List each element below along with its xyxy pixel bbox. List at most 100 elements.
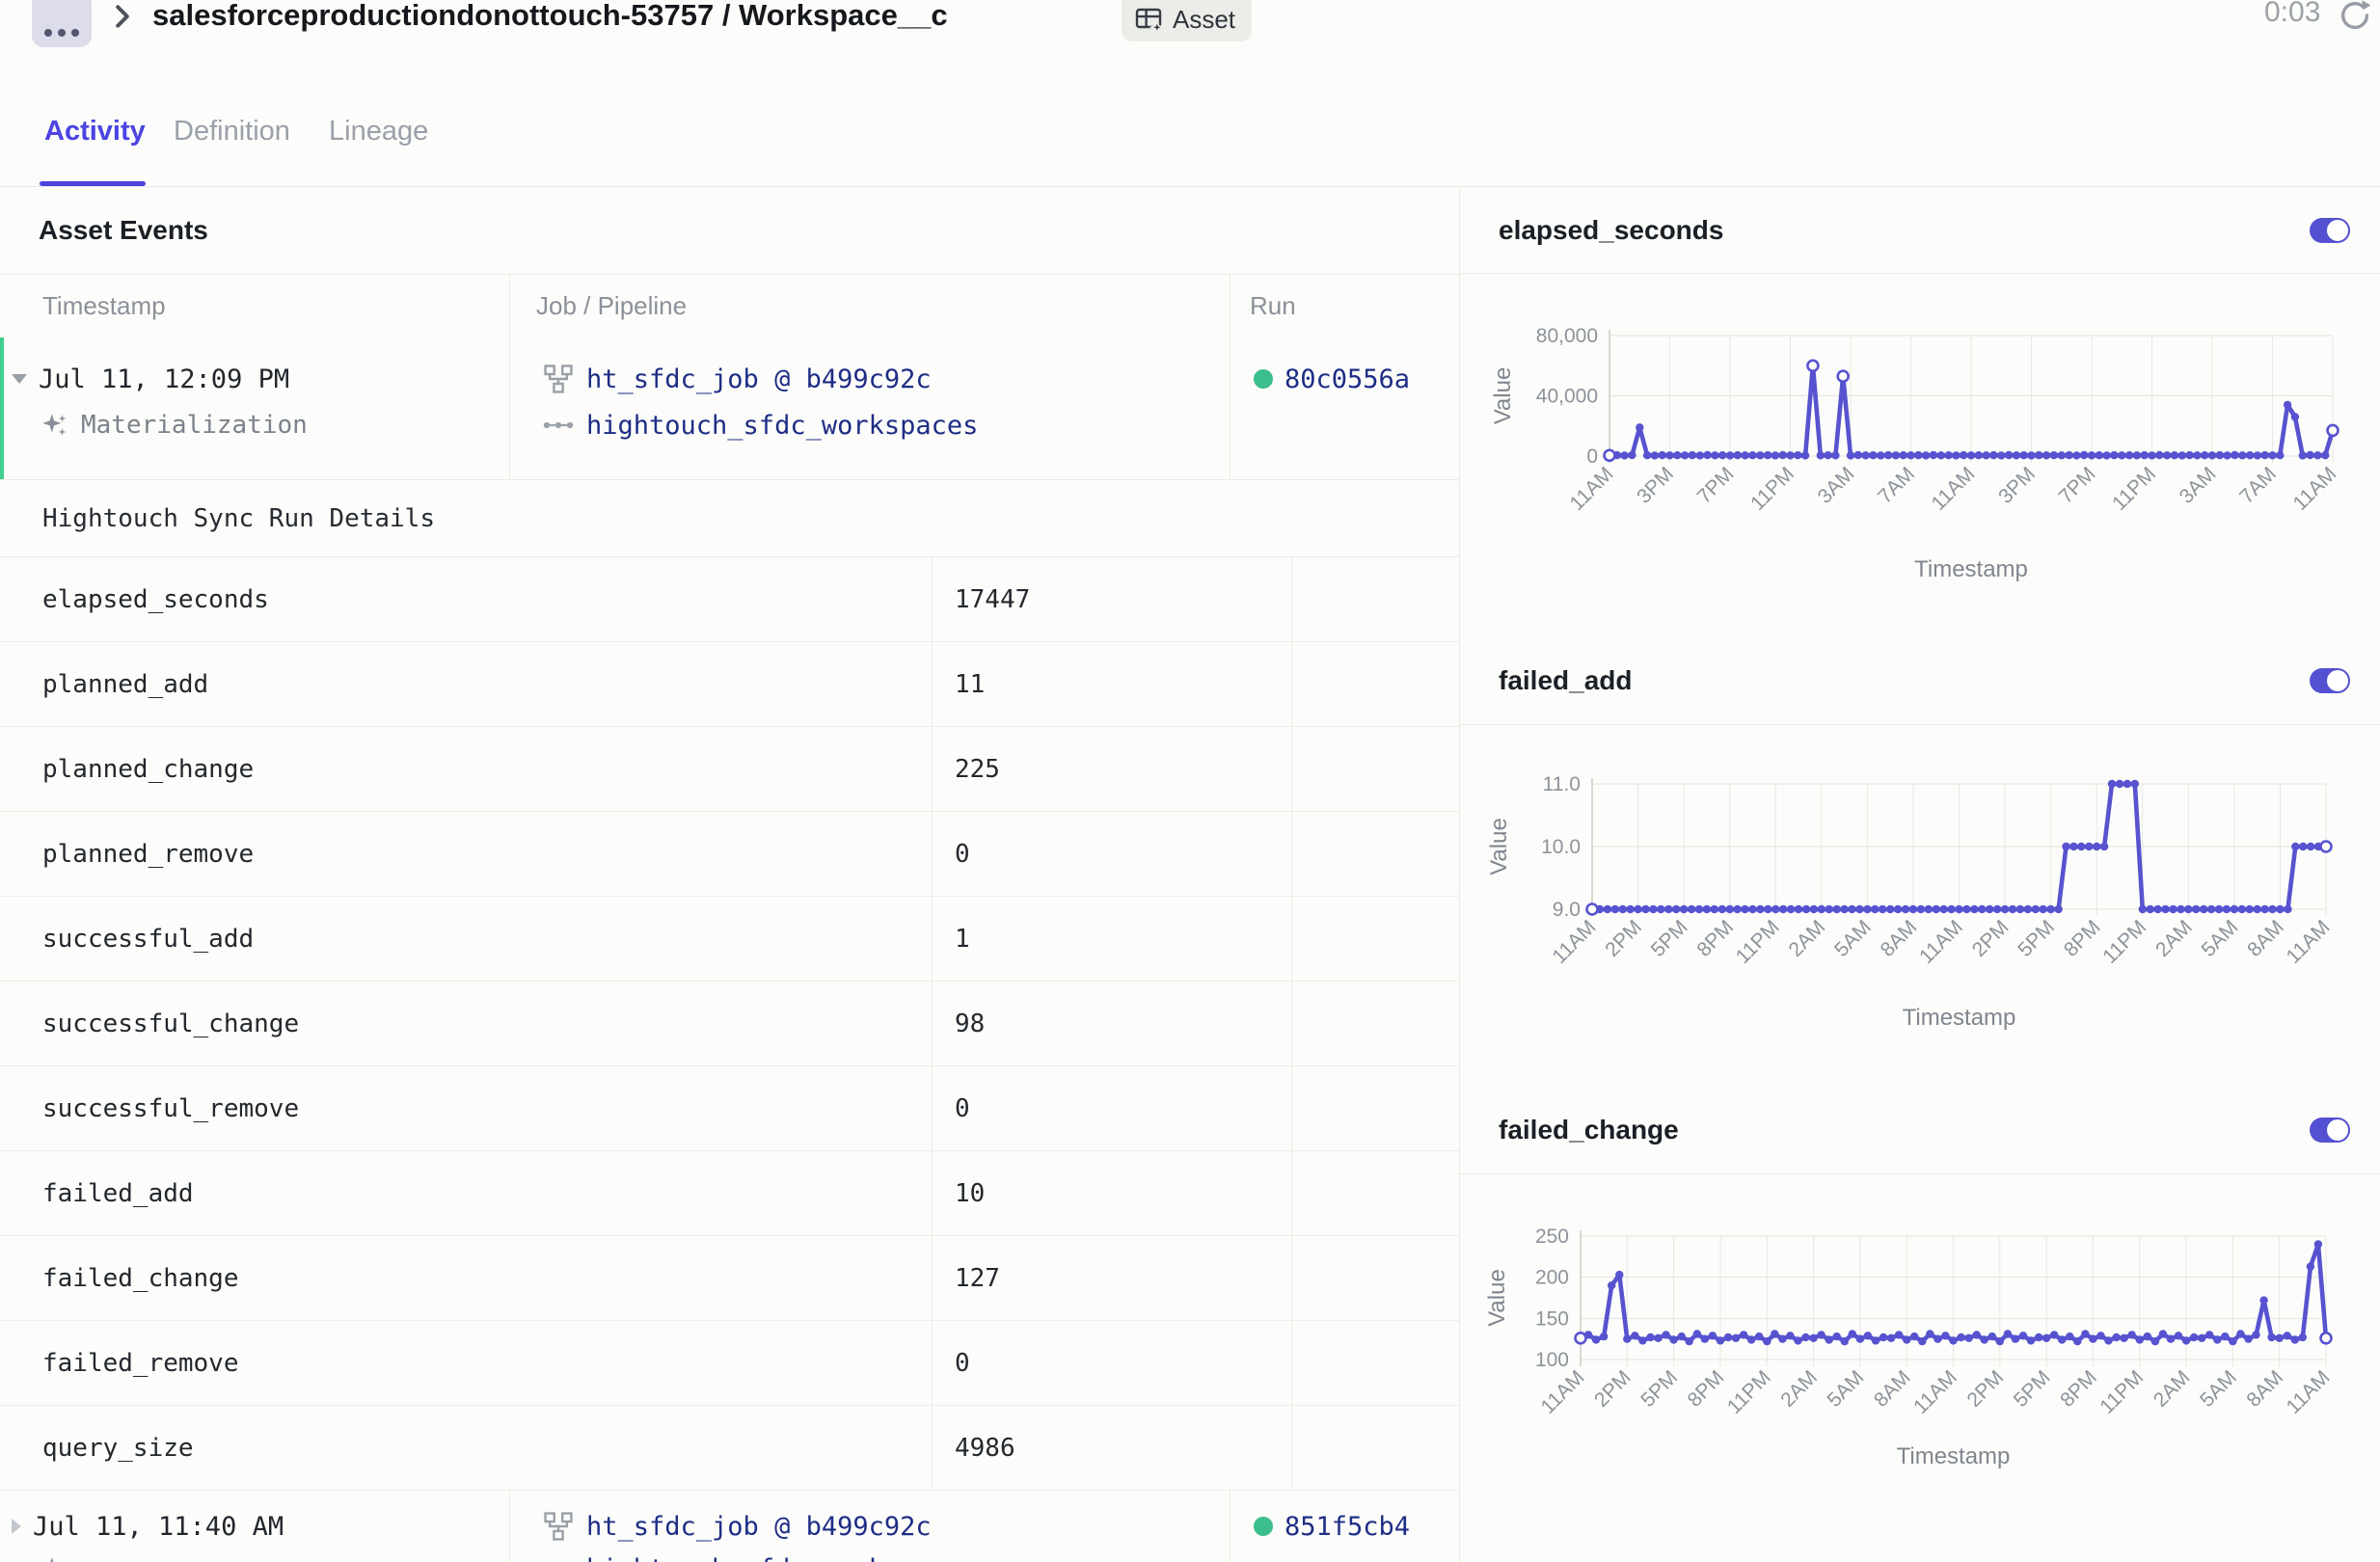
job-link[interactable]: ht_sfdc_job @ b499c92c	[586, 1512, 932, 1542]
svg-text:11AM: 11AM	[1549, 916, 1601, 968]
svg-text:11AM: 11AM	[1928, 463, 1980, 515]
svg-text:11AM: 11AM	[2289, 463, 2341, 515]
svg-text:3AM: 3AM	[1814, 463, 1859, 508]
svg-text:11PM: 11PM	[1746, 463, 1799, 515]
failed-change-chart: 10015020025011AM2PM5PM8PM11PM2AM5AM8AM11…	[1460, 1186, 2380, 1562]
detail-value: 10	[955, 1151, 985, 1235]
detail-value: 98	[955, 982, 985, 1065]
detail-key: planned_add	[42, 642, 208, 726]
detail-value: 127	[955, 1236, 1000, 1320]
detail-value: 0	[955, 1066, 970, 1150]
svg-text:Value: Value	[1490, 367, 1516, 425]
page-title: salesforceproductiondonottouch-53757 / W…	[152, 0, 948, 33]
svg-text:3PM: 3PM	[1994, 463, 2040, 508]
svg-text:3PM: 3PM	[1633, 463, 1678, 508]
svg-text:Timestamp: Timestamp	[1914, 556, 2028, 582]
svg-text:10.0: 10.0	[1541, 836, 1581, 858]
event-timestamp: Jul 11, 12:09 PM	[39, 364, 289, 394]
svg-text:11PM: 11PM	[2096, 1366, 2148, 1418]
run-id-link[interactable]: 80c0556a	[1285, 364, 1410, 394]
svg-text:5AM: 5AM	[2196, 1366, 2241, 1412]
materialization-sparkles-icon	[41, 411, 69, 440]
detail-value: 11	[955, 642, 985, 726]
detail-key: failed_add	[42, 1151, 194, 1235]
detail-key: failed_change	[42, 1236, 239, 1320]
svg-text:100: 100	[1535, 1349, 1569, 1371]
svg-text:8PM: 8PM	[1692, 916, 1738, 961]
detail-row: planned_change 225	[0, 727, 1459, 812]
run-details-title: Hightouch Sync Run Details	[0, 479, 1459, 557]
pipeline-link[interactable]: hightouch_sfdc_workspaces	[586, 411, 978, 441]
detail-key: failed_remove	[42, 1321, 239, 1405]
svg-text:5AM: 5AM	[1830, 916, 1876, 961]
detail-key: elapsed_seconds	[42, 557, 269, 641]
detail-value: 17447	[955, 557, 1030, 641]
run-status-dot	[1254, 1517, 1273, 1536]
breadcrumb-menu-button[interactable]	[32, 0, 92, 47]
col-job-pipeline: Job / Pipeline	[536, 275, 687, 337]
svg-text:5PM: 5PM	[2010, 1366, 2055, 1412]
failed-add-chart: 9.010.011.011AM2PM5PM8PM11PM2AM5AM8AM11A…	[1460, 733, 2380, 1061]
svg-text:8PM: 8PM	[1684, 1366, 1729, 1412]
refresh-icon[interactable]	[2338, 0, 2372, 38]
detail-key: successful_remove	[42, 1066, 299, 1150]
svg-text:11.0: 11.0	[1543, 773, 1581, 795]
run-status-dot	[1254, 369, 1273, 389]
detail-row: elapsed_seconds 17447	[0, 557, 1459, 642]
run-id-link[interactable]: 851f5cb4	[1285, 1512, 1410, 1542]
svg-text:11PM: 11PM	[1723, 1366, 1775, 1418]
svg-text:3AM: 3AM	[2176, 463, 2221, 508]
svg-text:11AM: 11AM	[2283, 916, 2335, 968]
detail-value: 4986	[955, 1406, 1015, 1490]
svg-text:40,000: 40,000	[1536, 386, 1598, 408]
ellipsis-icon	[44, 29, 52, 37]
col-run: Run	[1250, 275, 1296, 337]
col-timestamp: Timestamp	[42, 275, 166, 337]
svg-text:150: 150	[1535, 1307, 1569, 1330]
svg-text:2PM: 2PM	[1590, 1366, 1636, 1412]
detail-row: failed_add 10	[0, 1151, 1459, 1236]
detail-key: successful_change	[42, 982, 299, 1065]
job-link[interactable]: ht_sfdc_job @ b499c92c	[586, 364, 932, 394]
detail-row: successful_change 98	[0, 982, 1459, 1066]
expand-row-icon[interactable]	[12, 1519, 21, 1534]
svg-text:11AM: 11AM	[1537, 1366, 1589, 1418]
detail-key: planned_remove	[42, 812, 254, 896]
tab-lineage[interactable]: Lineage	[329, 116, 428, 148]
chart-title-elapsed-seconds: elapsed_seconds	[1499, 215, 1723, 246]
app-screen: salesforceproductiondonottouch-53757 / W…	[0, 0, 2380, 1562]
svg-text:5AM: 5AM	[1824, 1366, 1869, 1412]
tab-activity[interactable]: Activity	[44, 116, 146, 148]
breadcrumb-chevron-icon	[108, 0, 137, 38]
failed-add-toggle[interactable]	[2310, 668, 2350, 693]
event-type-label: Materialization	[81, 411, 308, 440]
collapse-row-icon[interactable]	[12, 374, 27, 384]
svg-text:200: 200	[1535, 1267, 1569, 1289]
elapsed-seconds-toggle[interactable]	[2310, 218, 2350, 243]
elapsed-seconds-chart: 040,00080,00011AM3PM7PM11PM3AM7AM11AM3PM…	[1460, 289, 2380, 617]
pipeline-icon	[542, 409, 575, 442]
pipeline-icon	[542, 1552, 575, 1562]
pipeline-link[interactable]: hightouch_sfdc_workspaces	[586, 1554, 978, 1562]
svg-text:Value: Value	[1484, 1269, 1510, 1327]
failed-change-toggle[interactable]	[2310, 1118, 2350, 1143]
svg-text:2AM: 2AM	[1776, 1366, 1822, 1412]
svg-text:8AM: 8AM	[2242, 1366, 2287, 1412]
svg-text:8AM: 8AM	[2243, 916, 2288, 961]
event-row-collapsed[interactable]: Jul 11, 11:40 AM ht_sfdc_job @ b499c92c …	[0, 1491, 1459, 1562]
svg-text:7PM: 7PM	[2055, 463, 2100, 508]
chart-title-failed-change: failed_change	[1499, 1115, 1679, 1145]
detail-value: 0	[955, 812, 970, 896]
svg-text:Value: Value	[1486, 818, 1512, 875]
svg-text:5PM: 5PM	[1636, 1366, 1682, 1412]
svg-text:2AM: 2AM	[1784, 916, 1829, 961]
svg-text:2PM: 2PM	[1968, 916, 2014, 961]
svg-text:5AM: 5AM	[2198, 916, 2243, 961]
detail-row: planned_add 11	[0, 642, 1459, 727]
svg-text:7AM: 7AM	[1874, 463, 1919, 508]
event-row-expanded[interactable]: Jul 11, 12:09 PM Materialization ht_sfdc…	[0, 337, 1459, 479]
svg-text:Timestamp: Timestamp	[1903, 1005, 2016, 1031]
tab-definition[interactable]: Definition	[174, 116, 290, 148]
detail-row: failed_remove 0	[0, 1321, 1459, 1406]
svg-text:8PM: 8PM	[2060, 916, 2105, 961]
